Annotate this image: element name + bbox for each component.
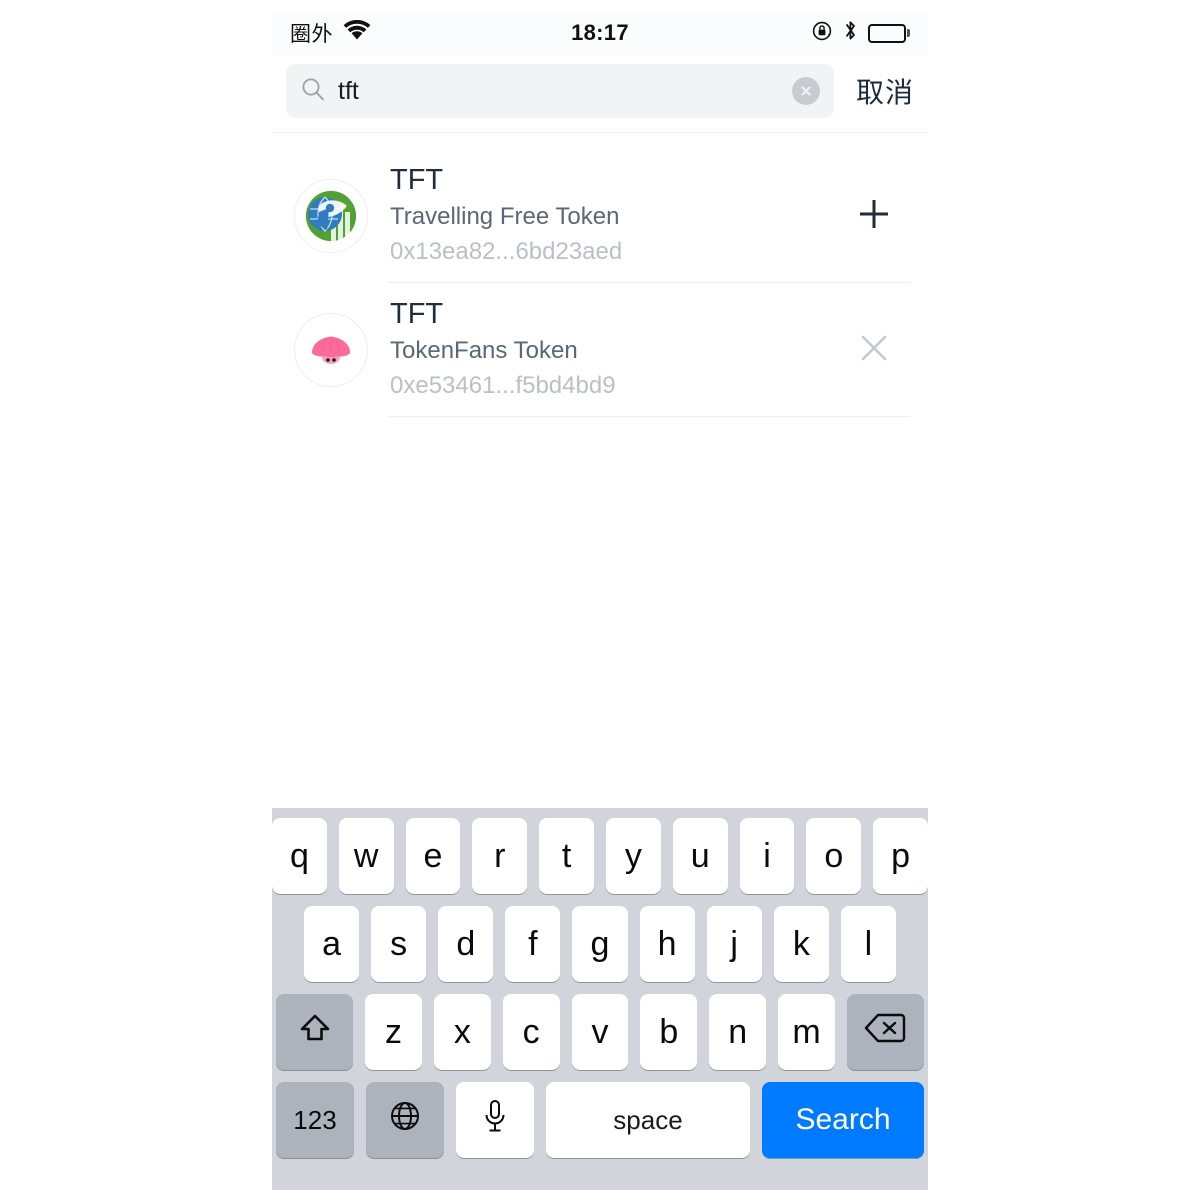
key-z[interactable]: z — [365, 994, 422, 1070]
keyboard-row-1: q w e r t y u i o p — [272, 818, 928, 894]
on-screen-keyboard: q w e r t y u i o p a s d f g h j k l z … — [272, 808, 928, 1190]
search-key[interactable]: Search — [762, 1082, 924, 1158]
dictation-key[interactable] — [456, 1082, 534, 1158]
status-bar: 圈外 18:17 — [272, 10, 928, 56]
token-info: TFT TokenFans Token 0xe53461...f5bd4bd9 — [390, 296, 846, 403]
globe-key[interactable] — [366, 1082, 444, 1158]
backspace-key[interactable] — [846, 994, 924, 1070]
battery-icon — [868, 23, 910, 43]
shift-key[interactable] — [276, 994, 354, 1070]
key-n[interactable]: n — [709, 994, 767, 1070]
token-symbol: TFT — [390, 298, 444, 331]
tokenfans-token-logo — [294, 313, 368, 387]
globe-icon — [388, 1099, 422, 1142]
key-l[interactable]: l — [840, 906, 896, 982]
key-d[interactable]: d — [438, 906, 494, 982]
remove-token-button[interactable] — [846, 322, 902, 378]
carrier-label: 圈外 — [290, 23, 333, 46]
key-v[interactable]: v — [571, 994, 629, 1070]
backspace-icon — [864, 1012, 906, 1053]
key-m[interactable]: m — [778, 994, 835, 1070]
row-divider — [388, 416, 910, 417]
key-u[interactable]: u — [672, 818, 728, 894]
key-t[interactable]: t — [539, 818, 594, 894]
shift-icon — [297, 1010, 333, 1055]
microphone-icon — [482, 1098, 508, 1143]
key-b[interactable]: b — [640, 994, 698, 1070]
key-k[interactable]: k — [773, 906, 829, 982]
search-input-value: tft — [338, 76, 359, 105]
key-f[interactable]: f — [505, 906, 561, 982]
key-c[interactable]: c — [502, 994, 560, 1070]
status-bar-left: 圈外 — [290, 18, 371, 48]
keyboard-row-2: a s d f g h j k l — [272, 906, 928, 982]
search-results-list: TFT Travelling Free Token 0x13ea82...6bd… — [272, 133, 928, 813]
key-p[interactable]: p — [873, 818, 928, 894]
key-x[interactable]: x — [433, 994, 491, 1070]
table-row[interactable]: TFT TokenFans Token 0xe53461...f5bd4bd9 — [272, 283, 928, 417]
search-icon — [300, 76, 326, 107]
status-bar-right — [811, 19, 910, 47]
token-name: TokenFans Token — [390, 336, 578, 364]
search-bar: tft 取消 — [272, 56, 928, 133]
cancel-button[interactable]: 取消 — [856, 71, 914, 111]
clear-circle-icon[interactable] — [791, 77, 820, 105]
keyboard-row-4: 123 space Search — [272, 1082, 928, 1158]
plus-icon — [855, 195, 893, 238]
key-s[interactable]: s — [371, 906, 427, 982]
key-r[interactable]: r — [472, 818, 528, 894]
key-e[interactable]: e — [405, 818, 461, 894]
add-token-button[interactable] — [846, 188, 902, 244]
token-name: Travelling Free Token — [390, 202, 620, 230]
key-a[interactable]: a — [304, 906, 360, 982]
token-info: TFT Travelling Free Token 0x13ea82...6bd… — [390, 162, 846, 269]
wifi-icon — [343, 19, 371, 46]
key-j[interactable]: j — [706, 906, 762, 982]
key-y[interactable]: y — [606, 818, 661, 894]
bluetooth-icon — [843, 19, 858, 47]
token-address: 0x13ea82...6bd23aed — [390, 237, 623, 265]
token-symbol: TFT — [390, 164, 444, 197]
token-address: 0xe53461...f5bd4bd9 — [390, 371, 616, 399]
key-h[interactable]: h — [639, 906, 695, 982]
table-row[interactable]: TFT Travelling Free Token 0x13ea82...6bd… — [272, 149, 928, 283]
phone-screen: 圈外 18:17 tft 取消 TFT Travelling Free Toke… — [272, 10, 928, 1190]
search-input[interactable]: tft — [286, 64, 834, 118]
key-i[interactable]: i — [739, 818, 795, 894]
key-o[interactable]: o — [806, 818, 862, 894]
travelling-free-token-logo — [294, 179, 368, 253]
key-q[interactable]: q — [272, 818, 327, 894]
rotation-lock-icon — [811, 20, 833, 47]
close-icon — [857, 331, 891, 370]
key-w[interactable]: w — [338, 818, 394, 894]
numbers-key[interactable]: 123 — [276, 1082, 354, 1158]
keyboard-row-3: z x c v b n m — [272, 994, 928, 1070]
screenshot-root: 圈外 18:17 tft 取消 TFT Travelling Free Toke… — [0, 0, 1200, 1200]
space-key[interactable]: space — [546, 1082, 750, 1158]
key-g[interactable]: g — [572, 906, 628, 982]
